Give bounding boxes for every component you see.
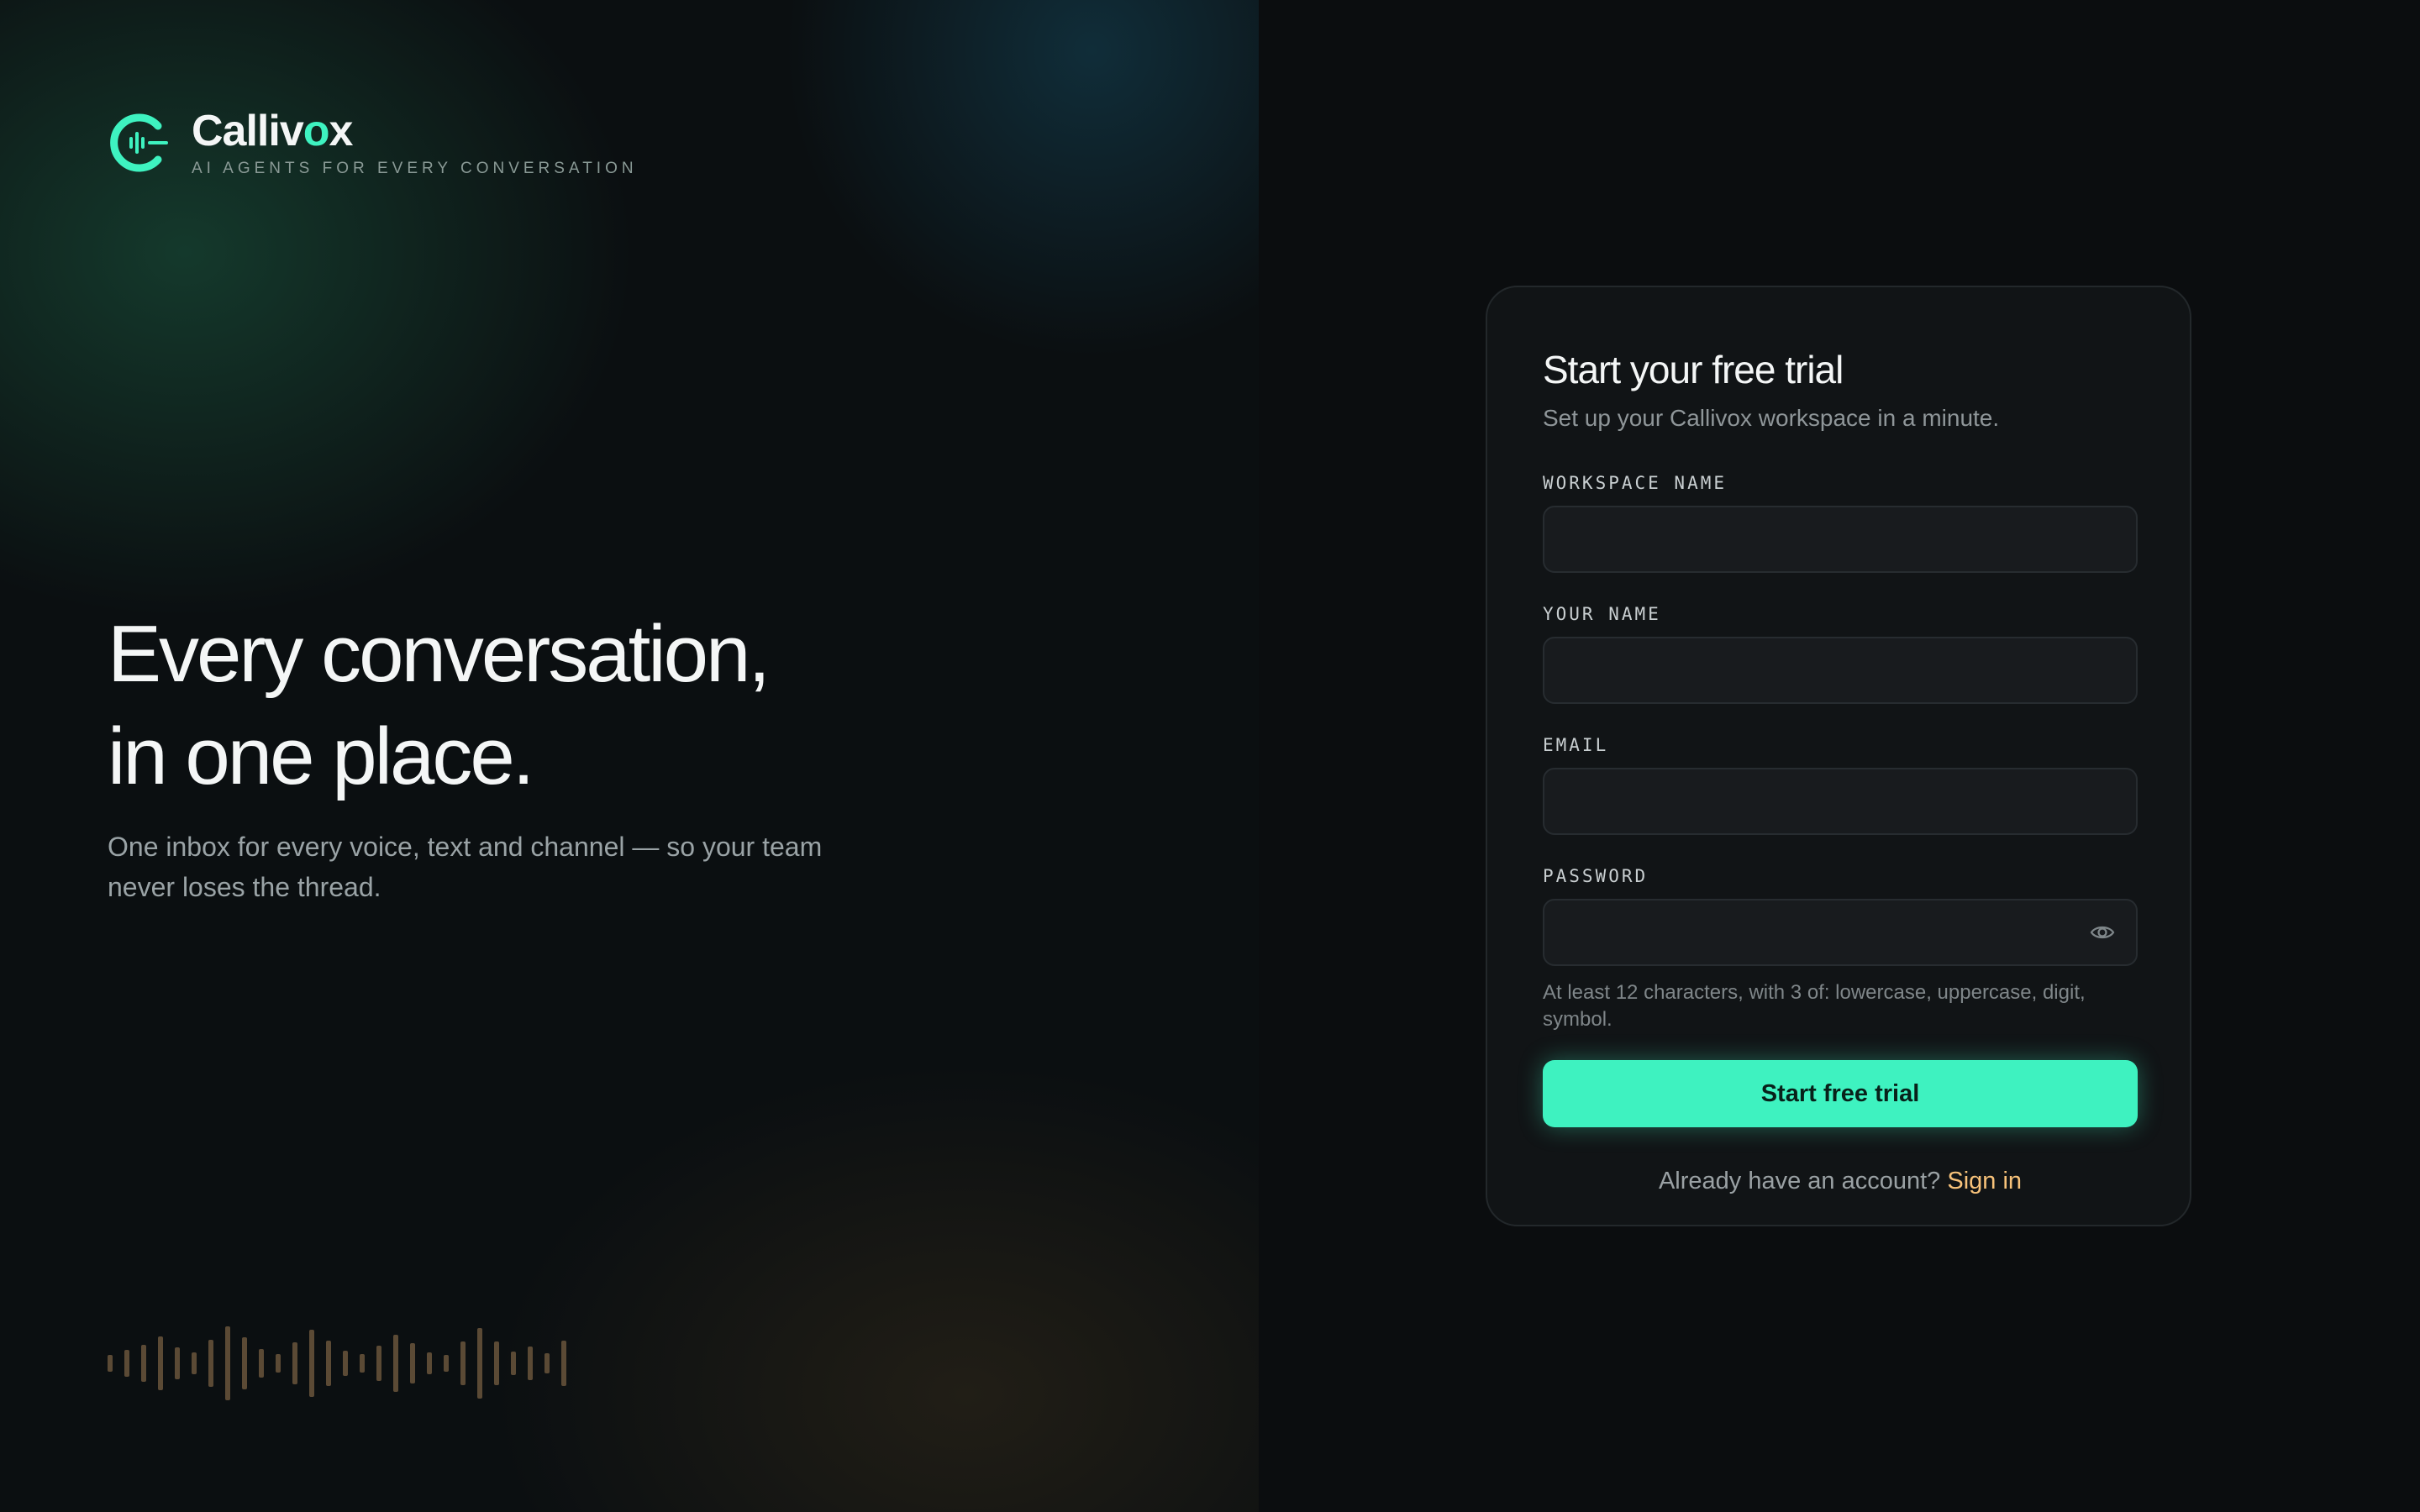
start-free-trial-button[interactable]: Start free trial <box>1543 1060 2138 1127</box>
brand-name-accent: o <box>302 107 330 155</box>
brand-tagline: AI AGENTS FOR EVERY CONVERSATION <box>192 160 638 177</box>
signin-prompt-text: Already have an account? <box>1658 1168 1941 1194</box>
workspace-name-label: WORKSPACE NAME <box>1543 473 1728 493</box>
signin-prompt: Already have an account? Sign in <box>1543 1168 2138 1195</box>
workspace-name-input[interactable] <box>1543 506 2138 573</box>
signup-subtitle: Set up your Callivox workspace in a minu… <box>1543 405 2000 431</box>
audio-waveform-icon <box>108 1326 612 1401</box>
waveform-bar <box>124 1350 129 1377</box>
password-input[interactable] <box>1543 899 2138 966</box>
email-field: EMAIL <box>1543 734 2138 835</box>
hero-copy: Every conversation, in one place. One in… <box>108 603 948 907</box>
waveform-bar <box>225 1326 230 1400</box>
waveform-bar <box>208 1339 213 1388</box>
hero-title: Every conversation, in one place. <box>108 603 948 808</box>
waveform-bar <box>360 1354 365 1373</box>
sign-in-link[interactable]: Sign in <box>1947 1168 2022 1194</box>
waveform-bar <box>528 1346 533 1381</box>
waveform-bar <box>376 1345 381 1382</box>
waveform-bar <box>477 1327 482 1399</box>
waveform-bar <box>309 1330 314 1397</box>
brand-logo[interactable]: Callivox AI AGENTS FOR EVERY CONVERSATIO… <box>108 108 638 178</box>
your-name-label: YOUR NAME <box>1543 604 1661 624</box>
eye-icon-graphic <box>2090 926 2115 939</box>
password-label: PASSWORD <box>1543 866 1649 886</box>
waveform-bar <box>192 1352 197 1375</box>
signup-card: Start your free trial Set up your Calliv… <box>1486 286 2191 1226</box>
waveform-bar <box>494 1341 499 1385</box>
brand-text: Callivox AI AGENTS FOR EVERY CONVERSATIO… <box>192 108 638 178</box>
waveform-bar <box>511 1351 516 1376</box>
waveform-bar <box>343 1351 348 1376</box>
hero-title-line-2: in one place. <box>108 711 534 801</box>
brand-name-suffix: x <box>329 107 354 155</box>
password-input-wrapper <box>1543 899 2138 966</box>
signup-title: Start your free trial <box>1543 348 1844 391</box>
waveform-bar <box>561 1340 566 1387</box>
password-hint: At least 12 characters, with 3 of: lower… <box>1543 981 2086 1031</box>
eye-icon[interactable] <box>2087 917 2118 948</box>
signup-form: Start your free trial Set up your Calliv… <box>1543 346 2138 1195</box>
hero-panel: Callivox AI AGENTS FOR EVERY CONVERSATIO… <box>0 0 1259 1512</box>
password-field: PASSWORD At least 12 characters, with 3 … <box>1543 865 2138 1033</box>
waveform-bar <box>158 1336 163 1390</box>
hero-subtitle: One inbox for every voice, text and chan… <box>108 832 823 902</box>
waveform-bar <box>242 1337 247 1389</box>
waveform-bar <box>108 1355 113 1372</box>
brand-name-prefix: Calliv <box>192 107 304 155</box>
waveform-bar <box>175 1347 180 1380</box>
waveform-bar <box>444 1355 449 1372</box>
your-name-field: YOUR NAME <box>1543 603 2138 704</box>
your-name-input[interactable] <box>1543 637 2138 704</box>
waveform-bar <box>427 1352 432 1375</box>
waveform-bar <box>410 1343 415 1383</box>
waveform-bar <box>393 1334 398 1393</box>
brand-name: Callivox <box>192 108 638 155</box>
waveform-bar <box>259 1349 264 1378</box>
workspace-name-field: WORKSPACE NAME <box>1543 472 2138 573</box>
callivox-logo-icon <box>110 113 168 172</box>
waveform-bar <box>276 1353 281 1373</box>
email-label: EMAIL <box>1543 735 1609 755</box>
waveform-bar <box>141 1345 146 1382</box>
hero-title-line-1: Every conversation, <box>108 609 771 699</box>
waveform-bar <box>326 1340 331 1387</box>
waveform-bar <box>544 1352 550 1374</box>
waveform-bar <box>292 1342 297 1384</box>
waveform-bar <box>460 1341 466 1386</box>
email-input[interactable] <box>1543 768 2138 835</box>
